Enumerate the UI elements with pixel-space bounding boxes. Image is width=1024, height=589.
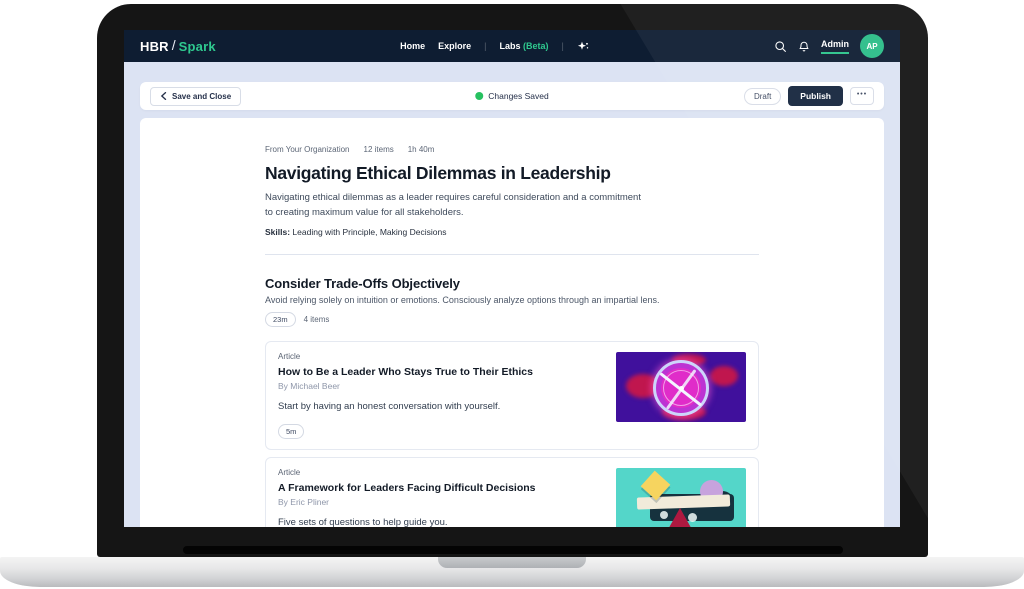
laptop-mockup: HBR / Spark Home Explore | Labs (Beta) | xyxy=(0,0,1024,589)
nav-labs-label: Labs xyxy=(499,41,520,51)
item-duration-pill: 5m xyxy=(278,424,304,439)
playlist-duration: 1h 40m xyxy=(408,145,435,154)
nav-labs-beta-tag: (Beta) xyxy=(523,41,549,51)
nav-divider: | xyxy=(562,41,564,51)
nav-home[interactable]: Home xyxy=(400,41,425,51)
section-duration-pill: 23m xyxy=(265,312,296,327)
item-summary: Start by having an honest conversation w… xyxy=(278,401,604,412)
publish-button[interactable]: Publish xyxy=(788,86,843,106)
item-summary: Five sets of questions to help guide you… xyxy=(278,517,604,527)
ai-sparkle-button[interactable] xyxy=(577,40,590,53)
section-item-count: 4 items xyxy=(304,315,330,324)
search-button[interactable] xyxy=(774,40,787,53)
logo-spark: Spark xyxy=(179,39,216,54)
item-title: A Framework for Leaders Facing Difficult… xyxy=(278,482,604,494)
playlist-editor-card: From Your Organization 12 items 1h 40m N… xyxy=(140,118,884,527)
item-byline: By Eric Pliner xyxy=(278,497,604,507)
skills-value: Leading with Principle, Making Decisions xyxy=(292,227,446,237)
nav-admin[interactable]: Admin xyxy=(821,39,849,54)
search-icon xyxy=(774,40,787,53)
playlist-source: From Your Organization xyxy=(265,145,350,154)
section-meta-row: 23m 4 items xyxy=(265,312,759,327)
top-navbar: HBR / Spark Home Explore | Labs (Beta) | xyxy=(124,30,900,62)
more-options-button[interactable]: ••• xyxy=(850,87,874,105)
chevron-left-icon xyxy=(160,92,167,100)
laptop-bezel: HBR / Spark Home Explore | Labs (Beta) | xyxy=(97,4,928,557)
item-type-label: Article xyxy=(278,352,604,361)
hbr-spark-logo[interactable]: HBR / Spark xyxy=(140,38,216,54)
status-dot xyxy=(475,92,483,100)
primary-nav: Home Explore | Labs (Beta) | xyxy=(400,40,590,53)
notifications-button[interactable] xyxy=(798,40,810,53)
app-screen: HBR / Spark Home Explore | Labs (Beta) | xyxy=(124,30,900,527)
nav-explore[interactable]: Explore xyxy=(438,41,471,51)
content-column: From Your Organization 12 items 1h 40m N… xyxy=(265,145,759,527)
item-byline: By Michael Beer xyxy=(278,381,604,391)
laptop-hinge xyxy=(183,546,843,554)
item-text-column: Article How to Be a Leader Who Stays Tru… xyxy=(278,352,604,439)
playlist-description: Navigating ethical dilemmas as a leader … xyxy=(265,191,641,220)
balance-seesaw-illustration xyxy=(616,468,746,527)
playlist-meta-row: From Your Organization 12 items 1h 40m xyxy=(265,145,759,154)
laptop-base-notch xyxy=(438,557,586,568)
seesaw-fulcrum-triangle xyxy=(666,508,694,527)
logo-slash: / xyxy=(172,37,176,53)
content-item-card[interactable]: Article How to Be a Leader Who Stays Tru… xyxy=(265,341,759,450)
nav-labs[interactable]: Labs (Beta) xyxy=(499,41,548,51)
save-status: Changes Saved xyxy=(475,91,549,101)
item-text-column: Article A Framework for Leaders Facing D… xyxy=(278,468,604,527)
draft-state-pill[interactable]: Draft xyxy=(744,88,781,105)
illustration-shape xyxy=(710,366,738,386)
content-item-card[interactable]: Article A Framework for Leaders Facing D… xyxy=(265,457,759,527)
playlist-skills: Skills: Leading with Principle, Making D… xyxy=(265,227,759,237)
section-divider xyxy=(265,254,759,255)
sparkle-icon xyxy=(577,40,590,53)
laptop-base xyxy=(0,557,1024,587)
item-type-label: Article xyxy=(278,468,604,477)
avatar[interactable]: AP xyxy=(860,34,884,58)
item-title: How to Be a Leader Who Stays True to The… xyxy=(278,366,604,378)
toolbar-right-group: Draft Publish ••• xyxy=(744,86,874,106)
status-label: Changes Saved xyxy=(488,91,549,101)
editor-toolbar: Save and Close Changes Saved Draft Publi… xyxy=(140,82,884,110)
nav-divider: | xyxy=(484,41,486,51)
navbar-right-group: Admin AP xyxy=(774,34,884,58)
compass-glitch-illustration xyxy=(616,352,746,422)
bell-icon xyxy=(798,40,810,53)
section-description: Avoid relying solely on intuition or emo… xyxy=(265,295,759,305)
section-title: Consider Trade-Offs Objectively xyxy=(265,276,759,291)
playlist-title: Navigating Ethical Dilemmas in Leadershi… xyxy=(265,163,759,184)
save-and-close-label: Save and Close xyxy=(172,92,231,101)
skills-label: Skills: xyxy=(265,227,290,237)
playlist-item-count: 12 items xyxy=(364,145,394,154)
ellipsis-icon: ••• xyxy=(857,91,867,98)
save-and-close-button[interactable]: Save and Close xyxy=(150,87,241,106)
logo-hbr: HBR xyxy=(140,39,169,54)
